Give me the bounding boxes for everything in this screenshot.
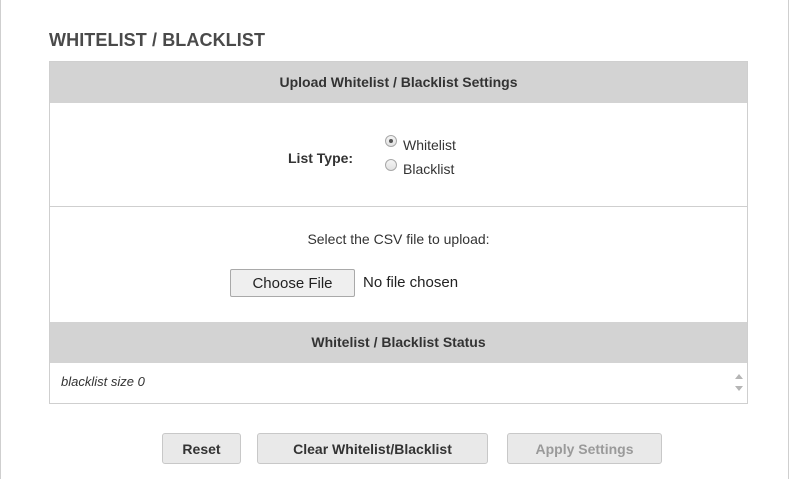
apply-settings-button[interactable]: Apply Settings	[507, 433, 662, 464]
spinner-up-icon[interactable]	[735, 374, 743, 379]
whitelist-radio-label[interactable]: Whitelist	[403, 137, 456, 153]
spinner-down-icon[interactable]	[735, 386, 743, 391]
blacklist-size-status: blacklist size 0	[61, 374, 145, 389]
list-type-row: List Type: Whitelist Blacklist	[50, 103, 747, 207]
list-status-box[interactable]: blacklist size 0	[50, 363, 747, 403]
right-page-border	[788, 0, 789, 479]
blacklist-radio-label[interactable]: Blacklist	[403, 161, 454, 177]
choose-file-button[interactable]: Choose File	[230, 269, 355, 297]
reset-button[interactable]: Reset	[162, 433, 241, 464]
whitelist-radio-button[interactable]	[385, 135, 397, 147]
upload-settings-header: Upload Whitelist / Blacklist Settings	[50, 62, 747, 103]
clear-list-button[interactable]: Clear Whitelist/Blacklist	[257, 433, 488, 464]
status-header: Whitelist / Blacklist Status	[50, 322, 747, 363]
page-title: WHITELIST / BLACKLIST	[49, 30, 266, 50]
file-chosen-status: No file chosen	[363, 274, 459, 291]
settings-page: WHITELIST / BLACKLIST Upload Whitelist /…	[0, 0, 798, 479]
left-page-border	[0, 0, 1, 479]
settings-panel: Upload Whitelist / Blacklist Settings Li…	[49, 61, 748, 404]
csv-upload-row: Select the CSV file to upload: Choose Fi…	[50, 207, 747, 322]
csv-upload-instruction: Select the CSV file to upload:	[307, 231, 490, 247]
blacklist-radio-button[interactable]	[385, 159, 397, 171]
list-type-label: List Type:	[288, 150, 354, 166]
